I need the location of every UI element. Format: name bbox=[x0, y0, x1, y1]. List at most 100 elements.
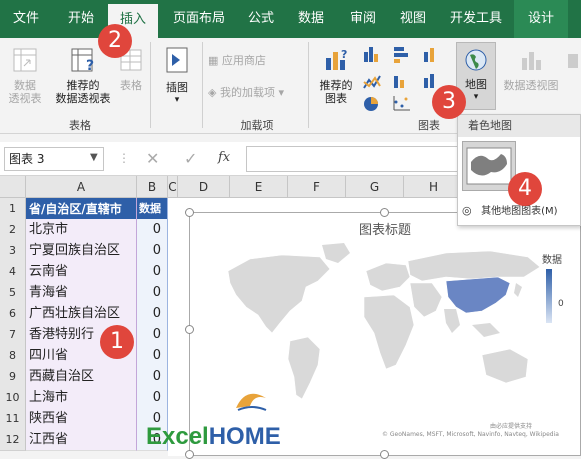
row-header[interactable]: 11 bbox=[0, 408, 26, 430]
cell-region[interactable]: 宁夏回族自治区 bbox=[26, 240, 137, 262]
column-header-b[interactable]: B bbox=[137, 176, 168, 198]
tab-developer[interactable]: 开发工具 bbox=[444, 0, 508, 38]
row-header[interactable]: 4 bbox=[0, 261, 26, 283]
ribbon-separator bbox=[308, 42, 309, 128]
resize-handle[interactable] bbox=[380, 208, 389, 217]
my-addins-button[interactable]: ◈ 我的加载项 ▾ bbox=[208, 84, 284, 102]
cell-data[interactable]: 0 bbox=[137, 387, 168, 409]
cell-region[interactable]: 江西省 bbox=[26, 429, 137, 451]
column-header-g[interactable]: G bbox=[346, 176, 404, 198]
cell-data[interactable]: 0 bbox=[137, 261, 168, 283]
pivot-table-label-2: 透视表 bbox=[8, 92, 42, 105]
map-chart[interactable]: 图表标题 数据 0 由必应提供支持 © GeoNames, MSFT, Micr… bbox=[189, 212, 581, 456]
callout-4: 4 bbox=[508, 172, 542, 206]
header-cell-data[interactable]: 数据 bbox=[137, 198, 168, 220]
resize-handle[interactable] bbox=[185, 208, 194, 217]
more-chart-icon bbox=[566, 46, 580, 77]
cell-data[interactable]: 0 bbox=[137, 219, 168, 241]
pivot-chart-icon bbox=[522, 52, 541, 70]
pivot-chart-button[interactable]: 数据透视图 bbox=[498, 46, 564, 92]
row-header[interactable]: 12 bbox=[0, 429, 26, 451]
cell-region[interactable]: 青海省 bbox=[26, 282, 137, 304]
addin-icon: ◈ bbox=[208, 86, 217, 99]
group-label-addins: 加载项 bbox=[240, 119, 274, 132]
cell-data[interactable]: 0 bbox=[137, 282, 168, 304]
callout-3: 3 bbox=[432, 85, 466, 119]
excelhome-logo: ExcelHOME bbox=[146, 422, 281, 452]
column-header-d[interactable]: D bbox=[178, 176, 230, 198]
column-header-h[interactable]: H bbox=[404, 176, 464, 198]
cancel-icon[interactable]: ✕ bbox=[146, 149, 159, 168]
tab-design[interactable]: 设计 bbox=[514, 0, 568, 38]
ribbon-tab-bar: 文件 开始 插入 页面布局 公式 数据 审阅 视图 开发工具 设计 bbox=[0, 0, 581, 38]
insert-function-icon[interactable]: fx bbox=[218, 150, 230, 165]
row-header[interactable]: 7 bbox=[0, 324, 26, 346]
ribbon-separator bbox=[150, 42, 151, 128]
recommended-pivot-label-1: 推荐的 bbox=[66, 79, 100, 92]
row-header[interactable]: 6 bbox=[0, 303, 26, 325]
row-header[interactable]: 2 bbox=[0, 219, 26, 241]
recommended-charts-label-2: 图表 bbox=[325, 92, 347, 105]
column-header-a[interactable]: A bbox=[26, 176, 137, 198]
filled-map-header: 着色地图 bbox=[458, 115, 580, 137]
pivot-table-icon bbox=[13, 48, 37, 72]
row-header[interactable]: 9 bbox=[0, 366, 26, 388]
illustrations-dropdown-icon: ▾ bbox=[174, 95, 180, 105]
tab-page-layout[interactable]: 页面布局 bbox=[162, 0, 236, 38]
cell-region[interactable]: 西藏自治区 bbox=[26, 366, 137, 388]
confirm-icon[interactable]: ✓ bbox=[184, 149, 197, 168]
column-header-c[interactable]: C bbox=[168, 176, 178, 198]
map-chart-dropdown: 着色地图 ◎ 其他地图图表(M) bbox=[457, 114, 581, 226]
table-label: 表格 bbox=[120, 79, 142, 92]
filled-map-icon bbox=[466, 147, 512, 185]
logo-home: HOME bbox=[208, 423, 281, 450]
cell-region[interactable]: 上海市 bbox=[26, 387, 137, 409]
tab-view[interactable]: 视图 bbox=[392, 0, 434, 38]
cell-region[interactable]: 陕西省 bbox=[26, 408, 137, 430]
illustrations-button[interactable]: 插图 ▾ bbox=[156, 46, 198, 107]
map-copyright: © GeoNames, MSFT, Microsoft, Navinfo, Na… bbox=[382, 431, 559, 438]
tab-review[interactable]: 审阅 bbox=[342, 0, 384, 38]
illustrations-label: 插图 bbox=[166, 81, 188, 94]
map-icon: ◎ bbox=[462, 204, 472, 217]
resize-handle[interactable] bbox=[380, 450, 389, 459]
bing-credit: 由必应提供支持 bbox=[490, 423, 533, 430]
row-header[interactable]: 1 bbox=[0, 198, 26, 220]
name-box[interactable]: 图表 3 bbox=[4, 147, 104, 171]
header-cell-region[interactable]: 省/自治区/直辖市 bbox=[26, 198, 137, 220]
select-all-corner[interactable] bbox=[0, 176, 26, 198]
row-header[interactable]: 8 bbox=[0, 345, 26, 367]
store-icon: ▦ bbox=[208, 54, 219, 67]
app-store-label: 应用商店 bbox=[221, 54, 266, 67]
map-label: 地图 bbox=[465, 78, 487, 91]
pivot-chart-label: 数据透视图 bbox=[503, 79, 559, 92]
column-header-e[interactable]: E bbox=[230, 176, 288, 198]
cell-data[interactable]: 0 bbox=[137, 366, 168, 388]
app-store-button[interactable]: ▦ 应用商店 bbox=[208, 52, 266, 70]
recommended-charts-label-1: 推荐的 bbox=[319, 79, 353, 92]
more-map-charts-label: 其他地图图表(M) bbox=[481, 206, 558, 217]
pivot-table-button[interactable]: 数据 透视表 bbox=[2, 46, 48, 105]
column-header-f[interactable]: F bbox=[288, 176, 346, 198]
cell-data[interactable]: 0 bbox=[137, 324, 168, 346]
row-header[interactable]: 3 bbox=[0, 240, 26, 262]
my-addins-label: 我的加载项 bbox=[219, 86, 275, 99]
row-header[interactable]: 10 bbox=[0, 387, 26, 409]
cell-data[interactable]: 0 bbox=[137, 303, 168, 325]
cell-region[interactable]: 北京市 bbox=[26, 219, 137, 241]
group-label-charts: 图表 bbox=[418, 119, 440, 132]
row-header[interactable]: 5 bbox=[0, 282, 26, 304]
tab-data[interactable]: 数据 bbox=[290, 0, 332, 38]
tab-formulas[interactable]: 公式 bbox=[240, 0, 282, 38]
recommended-charts-icon: ? bbox=[326, 48, 347, 70]
chevron-down-icon[interactable]: ▼ bbox=[90, 152, 98, 163]
cell-data[interactable]: 0 bbox=[137, 345, 168, 367]
resize-handle[interactable] bbox=[185, 325, 194, 334]
tab-file[interactable]: 文件 bbox=[0, 0, 52, 38]
callout-2: 2 bbox=[98, 24, 132, 58]
cell-region[interactable]: 云南省 bbox=[26, 261, 137, 283]
recommended-charts-button[interactable]: ? 推荐的 图表 bbox=[312, 46, 360, 105]
svg-text:?: ? bbox=[86, 58, 94, 74]
cell-region[interactable]: 广西壮族自治区 bbox=[26, 303, 137, 325]
cell-data[interactable]: 0 bbox=[137, 240, 168, 262]
